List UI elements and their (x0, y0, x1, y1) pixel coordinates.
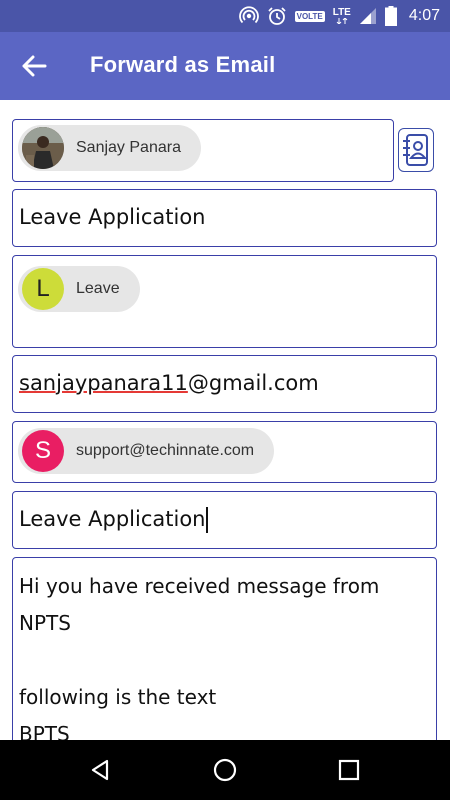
email-field[interactable]: sanjaypanara11@gmail.com (12, 355, 437, 413)
app-bar: Forward as Email (0, 32, 450, 100)
recents-square-icon (338, 759, 360, 781)
sender-chip[interactable]: S support@techinnate.com (18, 428, 275, 474)
back-triangle-icon (91, 759, 109, 781)
contact-avatar (22, 127, 64, 169)
status-icons: VOLTE LTE 4:07 (238, 0, 440, 32)
email-value: sanjaypanara11@gmail.com (19, 371, 319, 395)
status-time: 4:07 (408, 7, 440, 24)
message-line: following is the text (19, 685, 217, 709)
message-line: Hi you have received message from (19, 574, 380, 598)
label-chip[interactable]: L Leave (18, 266, 140, 312)
contacts-button[interactable] (398, 128, 434, 172)
contacts-book-icon (403, 134, 428, 166)
volte-badge: VOLTE (294, 10, 325, 22)
alarm-icon (267, 7, 286, 25)
label-field[interactable]: L Leave (12, 255, 437, 348)
subject-value: Leave Application (19, 205, 206, 229)
label-avatar: L (22, 268, 64, 310)
sender-email: support@techinnate.com (76, 442, 255, 459)
email-domain: @gmail.com (187, 371, 319, 395)
nav-back-button[interactable] (84, 754, 116, 786)
status-bar: VOLTE LTE 4:07 (0, 0, 450, 32)
subject-field[interactable]: Leave Application (12, 189, 437, 247)
signal-icon (359, 8, 376, 24)
recipient-chip[interactable]: Sanjay Panara (18, 125, 201, 171)
email-subject-field[interactable]: Leave Application (12, 491, 437, 549)
sender-avatar: S (22, 430, 64, 472)
nav-home-button[interactable] (209, 754, 241, 786)
sender-field[interactable]: S support@techinnate.com (12, 421, 437, 483)
navigation-bar (0, 740, 450, 800)
home-circle-icon (213, 758, 237, 782)
back-arrow-icon (22, 55, 47, 77)
recipient-field[interactable]: Sanjay Panara (12, 119, 394, 182)
recipient-name: Sanjay Panara (76, 139, 181, 156)
lte-indicator: LTE (333, 8, 351, 24)
page-title: Forward as Email (90, 52, 276, 77)
message-line: NPTS (19, 611, 71, 635)
battery-icon (384, 6, 397, 26)
label-name: Leave (76, 280, 120, 297)
nav-recents-button[interactable] (333, 754, 365, 786)
message-line (19, 642, 379, 679)
email-misspelled-part: sanjaypanara11 (19, 371, 188, 395)
message-body-field[interactable]: Hi you have received message from NPTS f… (12, 557, 437, 757)
hotspot-icon (238, 6, 259, 24)
text-cursor (206, 507, 208, 533)
back-button[interactable] (18, 52, 50, 80)
message-body-text: Hi you have received message from NPTS f… (19, 568, 379, 753)
email-subject-value: Leave Application (19, 507, 208, 533)
